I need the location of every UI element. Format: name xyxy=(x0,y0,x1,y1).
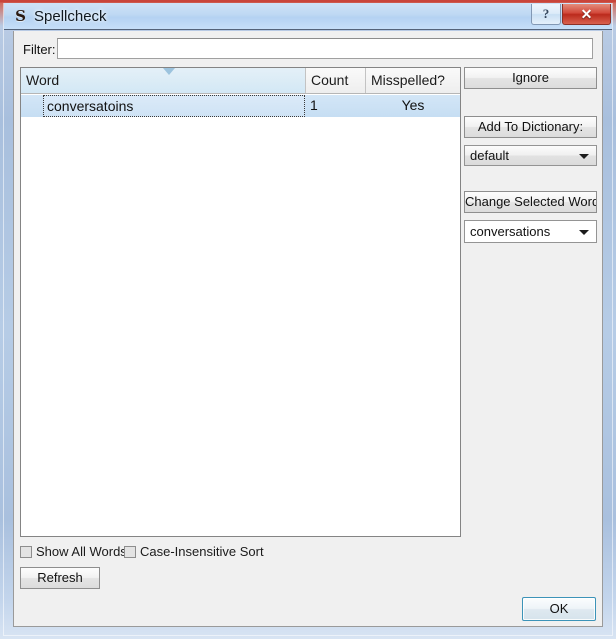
change-selected-word-button[interactable]: Change Selected Word To: xyxy=(464,191,597,213)
word-table[interactable]: Word Count Misspelled? conversatoins 1 Y… xyxy=(20,67,461,537)
dictionary-select[interactable]: default xyxy=(464,145,597,166)
refresh-button[interactable]: Refresh xyxy=(20,567,100,589)
column-header-misspelled[interactable]: Misspelled? xyxy=(366,68,460,93)
checkbox-box-icon[interactable] xyxy=(20,546,32,558)
table-row[interactable]: conversatoins 1 Yes xyxy=(21,94,460,117)
table-body: conversatoins 1 Yes xyxy=(21,94,460,536)
close-icon[interactable]: ✕ xyxy=(562,4,611,25)
sort-descending-icon xyxy=(163,68,175,75)
cell-count: 1 xyxy=(310,97,318,113)
checkbox-box-icon[interactable] xyxy=(124,546,136,558)
column-header-count[interactable]: Count xyxy=(306,68,366,93)
replacement-word-value: conversations xyxy=(470,224,551,239)
case-insensitive-sort-label: Case-Insensitive Sort xyxy=(140,544,264,559)
filter-input[interactable] xyxy=(57,38,593,59)
table-header-row: Word Count Misspelled? xyxy=(21,68,460,94)
window-frame: S Spellcheck ? ✕ Filter: Word Count Miss… xyxy=(0,0,616,639)
ignore-button[interactable]: Ignore xyxy=(464,67,597,89)
cell-misspelled: Yes xyxy=(401,97,425,113)
ok-button[interactable]: OK xyxy=(522,597,596,621)
show-all-words-checkbox[interactable]: Show All Words xyxy=(20,543,127,561)
spellcheck-s-icon: S xyxy=(15,7,26,25)
help-icon[interactable]: ? xyxy=(531,4,561,25)
dialog-client-area: Filter: Word Count Misspelled? conversat… xyxy=(13,31,603,627)
title-bar[interactable]: S Spellcheck ? ✕ xyxy=(4,3,612,30)
add-to-dictionary-button[interactable]: Add To Dictionary: xyxy=(464,116,597,138)
case-insensitive-sort-checkbox[interactable]: Case-Insensitive Sort xyxy=(124,543,264,561)
show-all-words-label: Show All Words xyxy=(36,544,127,559)
window-title: Spellcheck xyxy=(34,8,107,25)
chevron-down-icon xyxy=(579,229,589,235)
replacement-word-select[interactable]: conversations xyxy=(464,220,597,243)
cell-word-editor[interactable]: conversatoins xyxy=(43,95,305,117)
dictionary-select-value: default xyxy=(470,148,510,163)
chevron-down-icon xyxy=(579,153,589,159)
filter-label: Filter: xyxy=(23,42,56,57)
